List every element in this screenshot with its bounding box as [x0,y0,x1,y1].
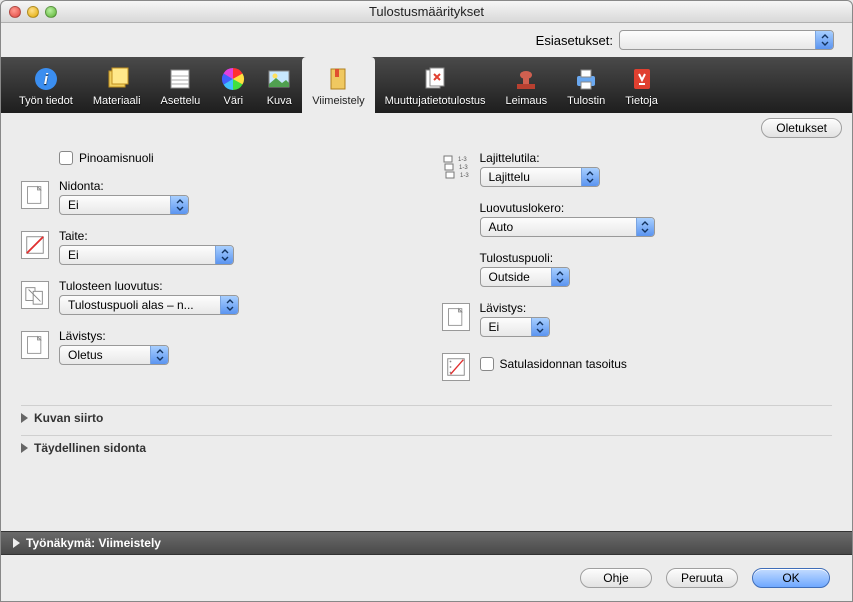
defaults-row: Oletukset [1,113,852,141]
tab-vdp[interactable]: Muuttujatietotulostus [375,57,496,113]
right-column: 1-3 1-3 1-3 Lajittelutila: Lajittelu Luovu… [442,151,833,381]
saddle-checkbox[interactable] [480,357,494,371]
stapling-field: Nidonta: Ei [21,179,412,215]
toolbar: i Työn tiedot Materiaali Asettelu Väri K… [1,57,852,113]
blank-icon [442,203,470,231]
vdp-icon [422,66,448,92]
stack-arrow-checkbox[interactable] [59,151,73,165]
close-icon[interactable] [9,6,21,18]
tab-job-info[interactable]: i Työn tiedot [9,57,83,113]
tab-layout[interactable]: Asettelu [151,57,211,113]
svg-text:1-3: 1-3 [460,173,469,179]
defaults-button[interactable]: Oletukset [761,118,842,138]
info-icon: i [33,66,59,92]
layout-icon [167,66,193,92]
chevron-updown-icon [581,168,599,186]
tab-color[interactable]: Väri [210,57,256,113]
sort-mode-field: 1-3 1-3 1-3 Lajittelutila: Lajittelu [442,151,833,187]
tab-printer[interactable]: Tulostin [557,57,615,113]
blank-icon [442,253,470,281]
content-area: Pinoamisnuoli Nidonta: Ei Ta [1,141,852,531]
fold-label: Taite: [59,229,412,243]
sort-mode-select[interactable]: Lajittelu [480,167,600,187]
help-button[interactable]: Ohje [580,568,652,588]
page-icon [21,181,49,209]
saddle-field: Satulasidonnan tasoitus [442,351,833,381]
output-delivery-field: Tulosteen luovutus: Tulostuspuoli alas –… [21,279,412,315]
presets-label: Esiasetukset: [536,33,613,48]
collate-icon: 1-3 1-3 1-3 [442,153,470,181]
disclosure-perfect-binding[interactable]: Täydellinen sidonta [21,435,832,459]
fold-icon [21,231,49,259]
about-icon [629,66,655,92]
punch-field: Lävistys: Oletus [21,329,412,365]
stack-arrow-label: Pinoamisnuoli [79,151,154,165]
presets-row: Esiasetukset: [1,23,852,57]
media-icon [104,66,130,92]
fold-field: Taite: Ei [21,229,412,265]
print-side-select[interactable]: Outside [480,267,570,287]
window-controls [9,6,57,18]
saddle-label: Satulasidonnan tasoitus [500,357,627,371]
output-delivery-label: Tulosteen luovutus: [59,279,412,293]
cancel-button[interactable]: Peruuta [666,568,738,588]
titlebar: Tulostusmääritykset [1,1,852,23]
chevron-updown-icon [150,346,168,364]
print-settings-window: Tulostusmääritykset Esiasetukset: i Työn… [0,0,853,602]
perforation-label: Lävistys: [480,301,833,315]
stamp-icon [513,66,539,92]
output-delivery-select[interactable]: Tulostuspuoli alas – n... [59,295,239,315]
triangle-right-icon [21,413,28,423]
chevron-updown-icon [215,246,233,264]
window-title: Tulostusmääritykset [1,4,852,19]
stapling-select[interactable]: Ei [59,195,189,215]
tab-finishing[interactable]: Viimeistely [302,57,374,113]
fold-select[interactable]: Ei [59,245,234,265]
image-icon [266,66,292,92]
chevron-updown-icon [220,296,238,314]
finishing-icon [325,66,351,92]
zoom-icon[interactable] [45,6,57,18]
minimize-icon[interactable] [27,6,39,18]
output-tray-field: Luovutuslokero: Auto [442,201,833,237]
sort-mode-label: Lajittelutila: [480,151,833,165]
ok-button[interactable]: OK [752,568,830,588]
status-label: Työnäkymä: Viimeistely [26,536,161,550]
page-icon [21,331,49,359]
punch-label: Lävistys: [59,329,412,343]
perforation-field: Lävistys: Ei [442,301,833,337]
chevron-updown-icon [531,318,549,336]
printer-icon [573,66,599,92]
tab-info[interactable]: Tietoja [615,57,668,113]
status-section[interactable]: Työnäkymä: Viimeistely [1,531,852,555]
print-side-label: Tulostuspuoli: [480,251,833,265]
output-tray-select[interactable]: Auto [480,217,655,237]
disclosure-image-shift[interactable]: Kuvan siirto [21,405,832,429]
stapling-label: Nidonta: [59,179,412,193]
print-side-field: Tulostuspuoli: Outside [442,251,833,287]
chevron-updown-icon [636,218,654,236]
svg-text:1-3: 1-3 [459,165,468,171]
stack-arrow-field: Pinoamisnuoli [21,151,412,165]
punch-select[interactable]: Oletus [59,345,169,365]
chevron-updown-icon [170,196,188,214]
chevron-updown-icon [551,268,569,286]
triangle-right-icon [21,443,28,453]
saddle-icon [442,353,470,381]
output-tray-label: Luovutuslokero: [480,201,833,215]
tab-material[interactable]: Materiaali [83,57,151,113]
tab-image[interactable]: Kuva [256,57,302,113]
color-wheel-icon [220,66,246,92]
footer: Ohje Peruuta OK [1,555,852,601]
tab-stamp[interactable]: Leimaus [496,57,558,113]
svg-text:1-3: 1-3 [458,157,467,163]
chevron-updown-icon [815,31,833,49]
triangle-right-icon [13,538,20,548]
output-icon [21,281,49,309]
perforation-select[interactable]: Ei [480,317,550,337]
page-icon [442,303,470,331]
presets-select[interactable] [619,30,834,50]
left-column: Pinoamisnuoli Nidonta: Ei Ta [21,151,412,381]
